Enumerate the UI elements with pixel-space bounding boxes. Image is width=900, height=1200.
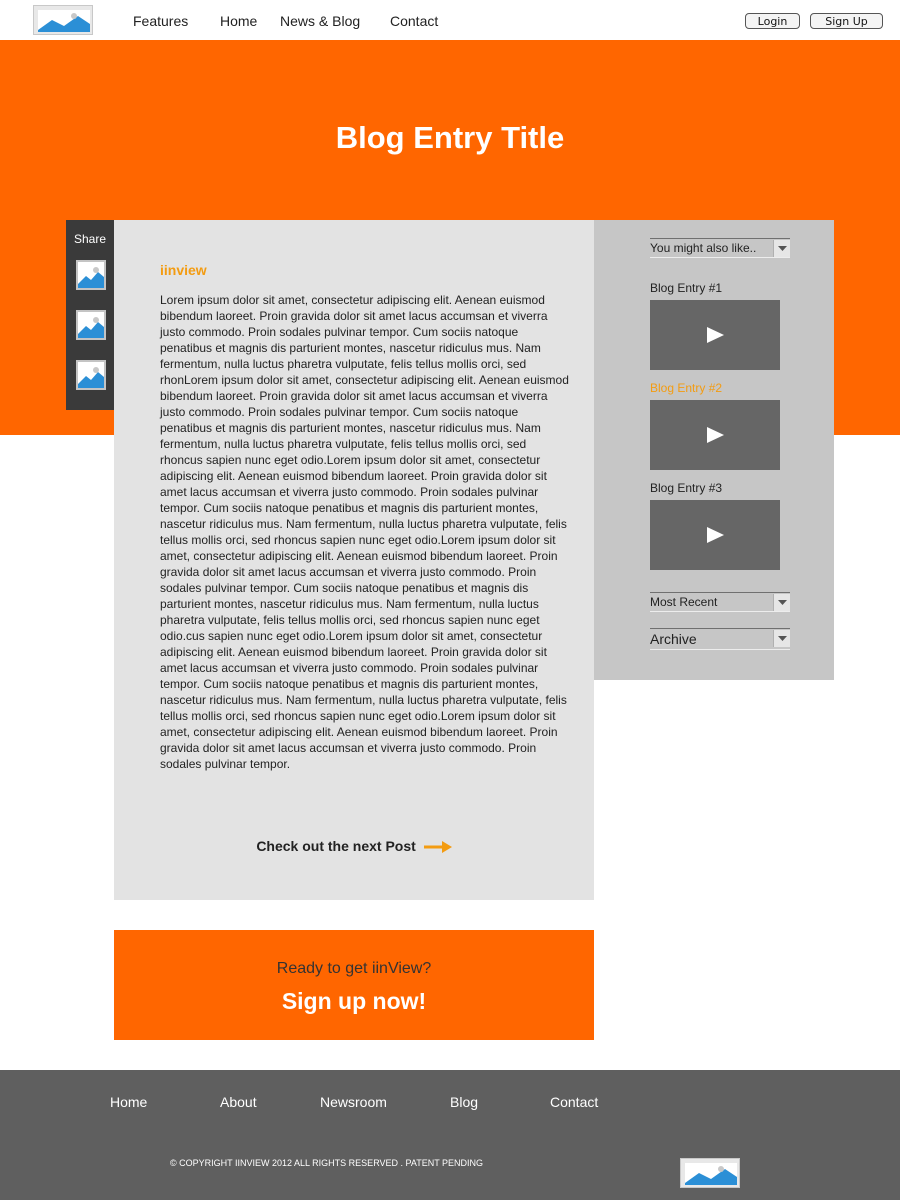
footer-link-contact[interactable]: Contact <box>550 1094 598 1110</box>
footer-logo[interactable] <box>680 1158 740 1188</box>
blog-entry-3-video[interactable] <box>650 500 780 570</box>
next-post-link[interactable]: Check out the next Post <box>114 838 594 854</box>
next-post-label: Check out the next Post <box>256 838 416 854</box>
cta-signup-link[interactable]: Sign up now! <box>114 988 594 1015</box>
blog-entry-3-link[interactable]: Blog Entry #3 <box>650 481 722 495</box>
footer-link-home[interactable]: Home <box>110 1094 147 1110</box>
play-icon <box>707 527 724 543</box>
nav-contact[interactable]: Contact <box>390 13 438 29</box>
most-recent-label: Most Recent <box>650 595 718 609</box>
share-image-icon[interactable] <box>76 360 106 390</box>
logo[interactable] <box>33 5 93 35</box>
page-title: Blog Entry Title <box>335 120 565 155</box>
nav-features[interactable]: Features <box>133 13 188 29</box>
chevron-down-icon <box>773 594 790 611</box>
image-placeholder-icon <box>78 262 104 288</box>
footer-link-about[interactable]: About <box>220 1094 257 1110</box>
signup-button[interactable]: Sign Up <box>810 13 883 29</box>
footer: Home About Newsroom Blog Contact © COPYR… <box>0 1070 900 1200</box>
share-bar: Share <box>66 220 114 410</box>
blog-entry-2-video[interactable] <box>650 400 780 470</box>
archive-label: Archive <box>650 631 697 647</box>
footer-link-blog[interactable]: Blog <box>450 1094 478 1110</box>
cta-subtitle: Ready to get iinView? <box>276 960 432 977</box>
archive-dropdown[interactable]: Archive <box>650 628 790 650</box>
share-label: Share <box>73 232 107 246</box>
most-recent-dropdown[interactable]: Most Recent <box>650 592 790 612</box>
blog-entry-2-link[interactable]: Blog Entry #2 <box>650 381 722 395</box>
sidebar: You might also like.. Blog Entry #1 Blog… <box>594 220 834 680</box>
also-like-label: You might also like.. <box>650 241 757 255</box>
copyright-text: © COPYRIGHT IINVIEW 2012 ALL RIGHTS RESE… <box>170 1158 484 1168</box>
image-placeholder-icon <box>34 6 92 34</box>
signup-cta: Ready to get iinView? Sign up now! <box>114 930 594 1040</box>
arrow-right-icon <box>423 841 452 854</box>
article-heading: iinview <box>160 262 207 278</box>
blog-entry-1-link[interactable]: Blog Entry #1 <box>650 281 722 295</box>
article-body: Lorem ipsum dolor sit amet, consectetur … <box>160 293 569 771</box>
nav-home[interactable]: Home <box>220 13 257 29</box>
login-button[interactable]: Login <box>745 13 800 29</box>
play-icon <box>707 427 724 443</box>
image-placeholder-icon <box>681 1159 739 1187</box>
chevron-down-icon <box>773 240 790 257</box>
footer-link-newsroom[interactable]: Newsroom <box>320 1094 387 1110</box>
blog-entry-1-video[interactable] <box>650 300 780 370</box>
chevron-down-icon <box>773 630 790 647</box>
share-image-icon[interactable] <box>76 260 106 290</box>
article-panel: iinview Lorem ipsum dolor sit amet, cons… <box>114 220 594 900</box>
also-like-dropdown[interactable]: You might also like.. <box>650 238 790 258</box>
share-image-icon[interactable] <box>76 310 106 340</box>
play-icon <box>707 327 724 343</box>
top-navbar: Features Home News & Blog Contact Login … <box>0 0 900 40</box>
nav-news-blog[interactable]: News & Blog <box>280 13 360 29</box>
image-placeholder-icon <box>78 312 104 338</box>
image-placeholder-icon <box>78 362 104 388</box>
